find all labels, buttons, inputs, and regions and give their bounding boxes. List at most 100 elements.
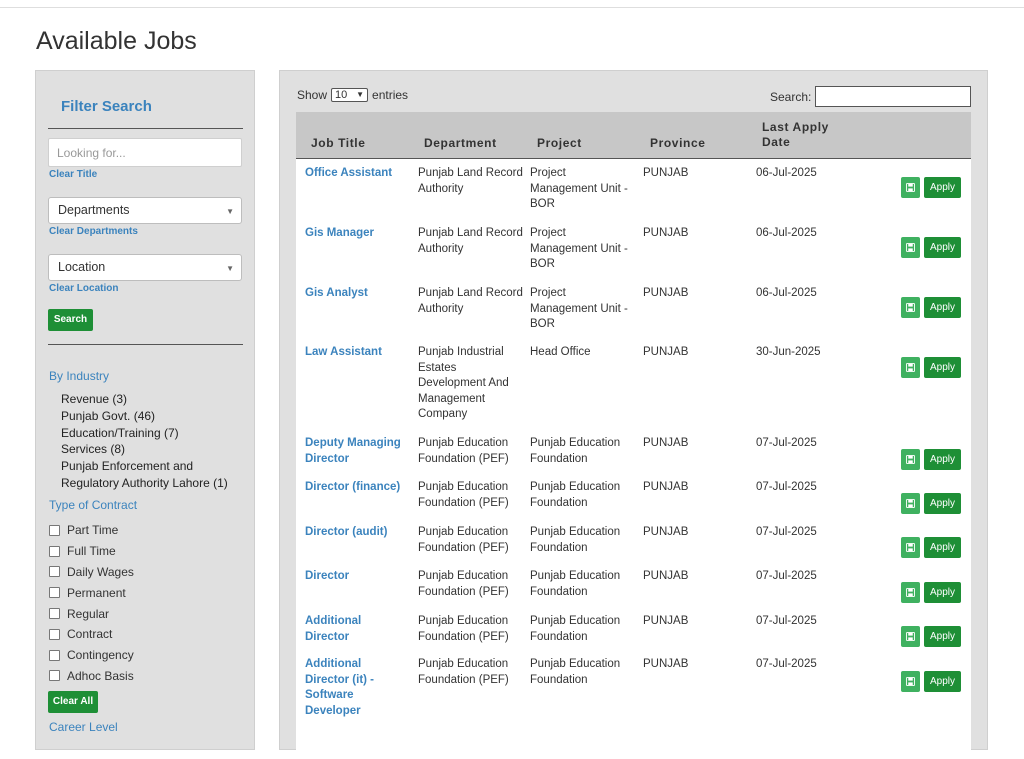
industry-item[interactable]: Punjab Govt. (46) [61,408,251,425]
province-cell: PUNJAB [643,167,689,179]
industry-item[interactable]: Education/Training (7) [61,425,251,442]
departments-select[interactable]: Departments ▼ [48,197,242,224]
department-cell: Punjab Education Foundation (PEF) [418,526,509,554]
header-province[interactable]: Province [650,136,706,150]
filter-divider [48,344,243,345]
checkbox[interactable] [49,649,60,661]
save-job-button[interactable] [901,297,920,318]
industry-list: Revenue (3) Punjab Govt. (46) Education/… [61,391,251,492]
contract-item[interactable]: Daily Wages [49,562,134,583]
contract-item[interactable]: Contract [49,624,134,645]
checkbox[interactable] [49,545,60,557]
project-cell: Project Management Unit - BOR [530,167,628,210]
entries-select[interactable]: 10 ▼ [331,88,369,102]
header-last-apply-date[interactable]: Last Apply Date [762,120,842,150]
apply-button[interactable]: Apply [924,537,961,558]
apply-button[interactable]: Apply [924,493,961,514]
save-job-button[interactable] [901,357,920,378]
project-cell: Head Office [530,346,591,358]
save-job-button[interactable] [901,493,920,514]
last-apply-date-cell: 07-Jul-2025 [756,615,817,627]
save-icon [906,183,915,192]
job-title-link[interactable]: Director [305,569,405,585]
last-apply-date-cell: 30-Jun-2025 [756,346,821,358]
save-icon [906,543,915,552]
contract-label: Part Time [67,523,119,538]
job-title-link[interactable]: Additional Director [305,614,405,645]
job-title-link[interactable]: Office Assistant [305,166,405,182]
industry-item[interactable]: Revenue (3) [61,391,251,408]
checkbox[interactable] [49,628,60,640]
header-department[interactable]: Department [424,136,497,150]
location-select[interactable]: Location ▼ [48,254,242,281]
last-apply-date-cell: 06-Jul-2025 [756,167,817,179]
top-divider [0,7,1024,8]
apply-button[interactable]: Apply [924,626,961,647]
clear-title-link[interactable]: Clear Title [49,169,97,180]
project-cell: Project Management Unit - BOR [530,227,628,270]
clear-all-button[interactable]: Clear All [48,691,98,713]
department-cell: Punjab Land Record Authority [418,167,523,195]
save-job-button[interactable] [901,671,920,692]
apply-button[interactable]: Apply [924,237,961,258]
province-cell: PUNJAB [643,615,689,627]
job-title-link[interactable]: Director (audit) [305,525,405,541]
industry-item[interactable]: Punjab Enforcement and Regulatory Author… [61,458,251,492]
last-apply-date-cell: 06-Jul-2025 [756,287,817,299]
apply-button[interactable]: Apply [924,357,961,378]
save-job-button[interactable] [901,582,920,603]
contract-item[interactable]: Permanent [49,582,134,603]
project-cell: Punjab Education Foundation [530,615,621,643]
contract-label: Regular [67,606,110,621]
save-icon [906,303,915,312]
checkbox[interactable] [49,587,60,599]
department-cell: Punjab Education Foundation (PEF) [418,481,509,509]
clear-location-link[interactable]: Clear Location [49,283,118,294]
province-cell: PUNJAB [643,346,689,358]
entries-control: Show 10 ▼ entries [297,88,408,102]
save-job-button[interactable] [901,237,920,258]
contract-item[interactable]: Full Time [49,541,134,562]
by-industry-heading: By Industry [49,369,110,383]
search-button[interactable]: Search [48,309,93,331]
contract-item[interactable]: Adhoc Basis [49,666,134,687]
job-title-link[interactable]: Gis Analyst [305,286,405,302]
apply-button[interactable]: Apply [924,582,961,603]
checkbox[interactable] [49,608,60,620]
contract-item[interactable]: Contingency [49,645,134,666]
jobs-table-body: Office Assistant Punjab Land Record Autho… [296,159,971,759]
table-search-input[interactable] [815,86,971,107]
save-job-button[interactable] [901,626,920,647]
apply-button[interactable]: Apply [924,177,961,198]
header-project[interactable]: Project [537,136,582,150]
apply-button[interactable]: Apply [924,449,961,470]
checkbox[interactable] [49,524,60,536]
project-cell: Punjab Education Foundation [530,481,621,509]
industry-item[interactable]: Services (8) [61,441,251,458]
departments-value: Departments [58,203,130,217]
job-title-link[interactable]: Additional Director (it) - Software Deve… [305,657,405,719]
looking-for-input[interactable] [48,138,242,167]
save-job-button[interactable] [901,449,920,470]
contract-item[interactable]: Regular [49,603,134,624]
last-apply-date-cell: 07-Jul-2025 [756,481,817,493]
checkbox[interactable] [49,566,60,578]
job-title-link[interactable]: Gis Manager [305,226,405,242]
job-title-link[interactable]: Director (finance) [305,480,405,496]
contract-label: Full Time [67,544,116,559]
entries-label: entries [372,88,409,102]
province-cell: PUNJAB [643,227,689,239]
apply-button[interactable]: Apply [924,297,961,318]
header-job-title[interactable]: Job Title [311,136,366,150]
job-title-link[interactable]: Deputy Managing Director [305,436,405,467]
save-job-button[interactable] [901,177,920,198]
department-cell: Punjab Industrial Estates Development An… [418,346,509,420]
job-title-link[interactable]: Law Assistant [305,345,405,361]
chevron-down-icon: ▼ [356,90,365,99]
contract-item[interactable]: Part Time [49,520,134,541]
checkbox[interactable] [49,670,60,682]
apply-button[interactable]: Apply [924,671,961,692]
last-apply-date-cell: 07-Jul-2025 [756,658,817,670]
save-job-button[interactable] [901,537,920,558]
clear-departments-link[interactable]: Clear Departments [49,226,138,237]
